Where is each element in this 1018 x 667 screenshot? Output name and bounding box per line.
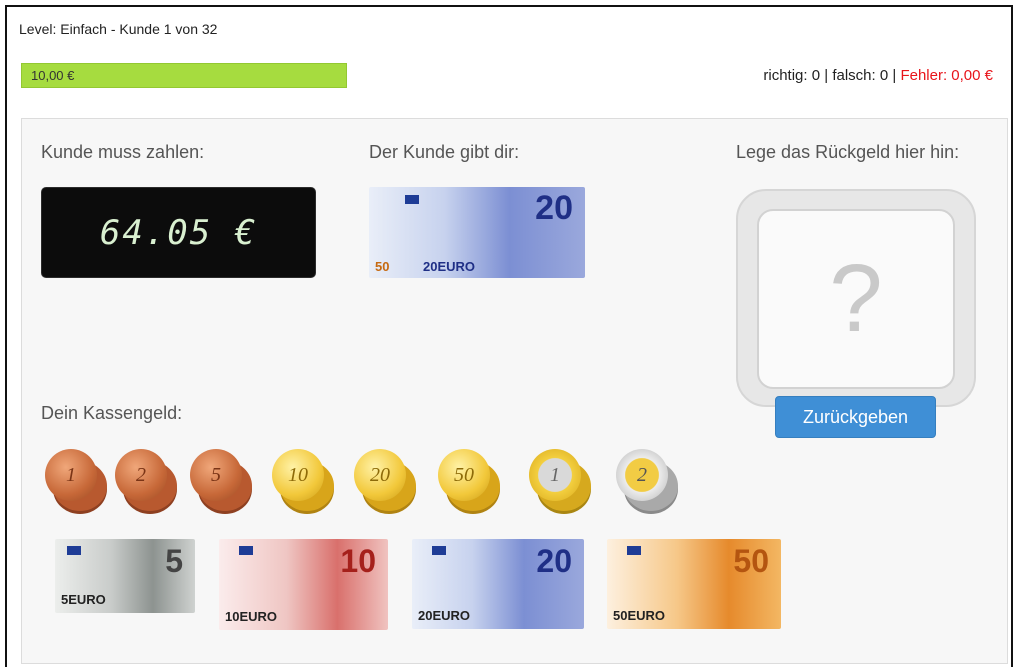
coin-face: 2 bbox=[115, 449, 167, 501]
level-indicator: Level: Einfach - Kunde 1 von 32 bbox=[19, 21, 218, 37]
eu-flag-icon bbox=[627, 546, 641, 555]
given-note-label: 20EURO bbox=[423, 259, 476, 274]
progress-bar: 10,00 € bbox=[21, 63, 347, 88]
correct-count: richtig: 0 bbox=[763, 67, 821, 84]
banknote-label: 10EURO bbox=[225, 609, 278, 624]
coin-face: 5 bbox=[190, 449, 242, 501]
coin-1-euro-icon[interactable]: 1 bbox=[529, 449, 591, 511]
coin-face: 2 bbox=[616, 449, 668, 501]
error-amount: Fehler: 0,00 € bbox=[900, 67, 993, 84]
banknote-20-icon: 20 50 20EURO bbox=[369, 187, 585, 278]
banknote-50-icon[interactable]: 50 50EURO bbox=[607, 539, 781, 629]
banknote-value: 20 bbox=[536, 543, 572, 579]
game-panel: Kunde muss zahlen: 64.05 € Der Kunde gib… bbox=[21, 118, 1008, 664]
drop-area[interactable]: ? bbox=[757, 209, 955, 389]
coin-face: 1 bbox=[45, 449, 97, 501]
coin-50-cent-icon[interactable]: 50 bbox=[438, 449, 500, 511]
coin-2-cent-icon[interactable]: 2 bbox=[115, 449, 177, 511]
banknote-5-icon[interactable]: 5 5EURO bbox=[55, 539, 195, 613]
amount-display: 64.05 € bbox=[41, 187, 316, 278]
progress-label: 10,00 € bbox=[31, 68, 75, 83]
coin-face: 10 bbox=[272, 449, 324, 501]
cash-heading: Dein Kassengeld: bbox=[41, 403, 183, 423]
given-note-left-value: 50 bbox=[375, 259, 390, 274]
banknote-10-icon[interactable]: 10 10EURO bbox=[219, 539, 388, 630]
eu-flag-icon bbox=[405, 195, 419, 204]
eu-flag-icon bbox=[67, 546, 81, 555]
coin-10-cent-icon[interactable]: 10 bbox=[272, 449, 334, 511]
eu-flag-icon bbox=[239, 546, 253, 555]
banknote-20-icon[interactable]: 20 20EURO bbox=[412, 539, 584, 629]
coin-face: 50 bbox=[438, 449, 490, 501]
eu-flag-icon bbox=[432, 546, 446, 555]
banknote-value: 50 bbox=[733, 543, 769, 579]
coin-1-cent-icon[interactable]: 1 bbox=[45, 449, 107, 511]
score-summary: richtig: 0 | falsch: 0 | Fehler: 0,00 € bbox=[763, 67, 993, 84]
change-heading: Lege das Rückgeld hier hin: bbox=[736, 142, 960, 162]
banknote-value: 5 bbox=[165, 543, 183, 579]
pay-heading: Kunde muss zahlen: bbox=[41, 142, 205, 162]
banknote-value: 10 bbox=[340, 543, 376, 579]
given-note-value: 20 bbox=[535, 189, 573, 227]
question-mark-icon: ? bbox=[829, 245, 883, 352]
change-drop-zone[interactable]: ? bbox=[736, 189, 976, 407]
amount-due: 64.05 € bbox=[99, 212, 258, 253]
score-separator: | bbox=[820, 67, 833, 84]
banknote-label: 20EURO bbox=[418, 608, 471, 623]
score-separator: | bbox=[888, 67, 901, 84]
coin-face: 1 bbox=[529, 449, 581, 501]
given-heading: Der Kunde gibt dir: bbox=[369, 142, 520, 162]
banknote-label: 50EURO bbox=[613, 608, 666, 623]
app-frame: Level: Einfach - Kunde 1 von 32 10,00 € … bbox=[5, 5, 1013, 667]
coin-face: 20 bbox=[354, 449, 406, 501]
coin-5-cent-icon[interactable]: 5 bbox=[190, 449, 252, 511]
wrong-count: falsch: 0 bbox=[832, 67, 889, 84]
banknote-label: 5EURO bbox=[61, 592, 106, 607]
coin-20-cent-icon[interactable]: 20 bbox=[354, 449, 416, 511]
return-button[interactable]: Zurückgeben bbox=[775, 396, 936, 438]
coin-2-euro-icon[interactable]: 2 bbox=[616, 449, 678, 511]
